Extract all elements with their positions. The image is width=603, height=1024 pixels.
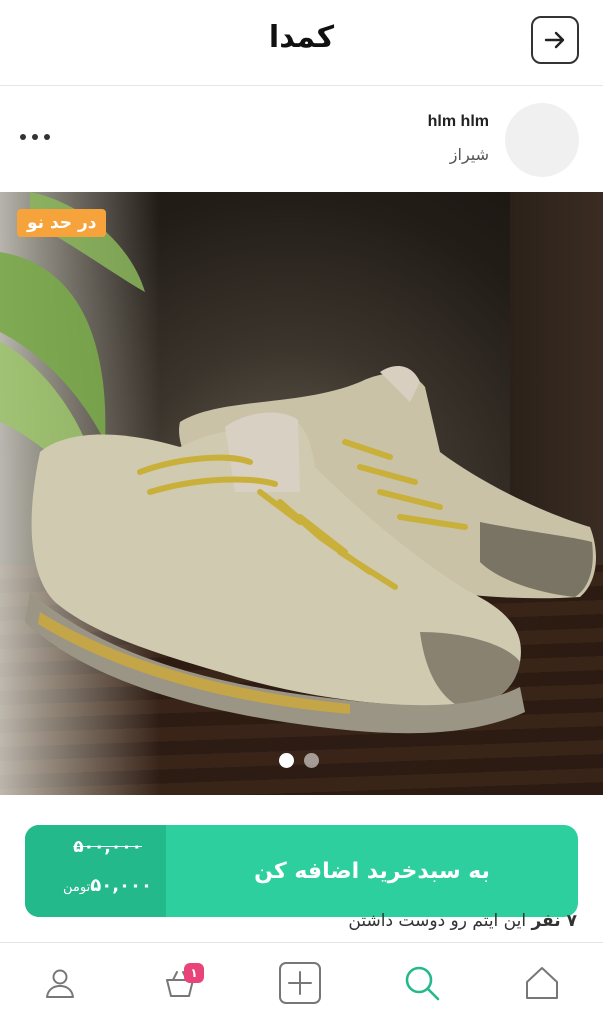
nav-add[interactable] [278,961,322,1005]
top-bar: کمدا [0,0,603,86]
add-to-cart-bar[interactable]: ۵۰۰,۰۰۰ ۵۰,۰۰۰تومن به سبدخرید اضافه کن [25,825,578,917]
add-icon [279,962,321,1004]
nav-search[interactable] [400,961,444,1005]
search-icon [405,966,440,1001]
currency-label: تومن [63,880,91,895]
cart-badge: ۱ [184,963,204,983]
product-photo[interactable]: در حد نو [0,192,603,795]
nav-home[interactable] [520,961,564,1005]
product-image [0,192,596,734]
new-price: ۵۰,۰۰۰تومن [63,875,152,896]
add-to-cart-button[interactable]: به سبدخرید اضافه کن [166,825,578,917]
carousel-dot[interactable] [279,753,294,768]
bottom-nav: ۱ [0,942,603,1024]
likes-label: این ایتم رو دوست داشتن [348,911,527,931]
carousel-dot[interactable] [304,753,319,768]
seller-avatar[interactable] [505,103,579,177]
more-options-button[interactable] [20,125,50,149]
more-horizontal-icon [20,134,26,140]
nav-cart[interactable]: ۱ [158,961,204,1005]
likes-count: ۷ نفر [531,911,577,931]
home-icon [526,967,558,999]
new-price-value: ۵۰,۰۰۰ [90,875,152,896]
nav-profile[interactable] [38,961,82,1005]
brand-logo: کمدا [268,20,335,55]
back-button[interactable] [531,16,579,64]
carousel-indicator [279,753,319,768]
seller-city: شیراز [449,145,489,164]
condition-badge: در حد نو [17,209,107,237]
seller-name[interactable]: hlm hlm [428,113,489,131]
likes-text: ۷ نفر این ایتم رو دوست داشتن [348,911,577,931]
price-box: ۵۰۰,۰۰۰ ۵۰,۰۰۰تومن [25,825,166,917]
profile-icon [46,969,74,998]
seller-row: hlm hlm شیراز [0,87,603,192]
old-price: ۵۰۰,۰۰۰ [73,837,142,857]
arrow-right-icon [544,31,565,49]
